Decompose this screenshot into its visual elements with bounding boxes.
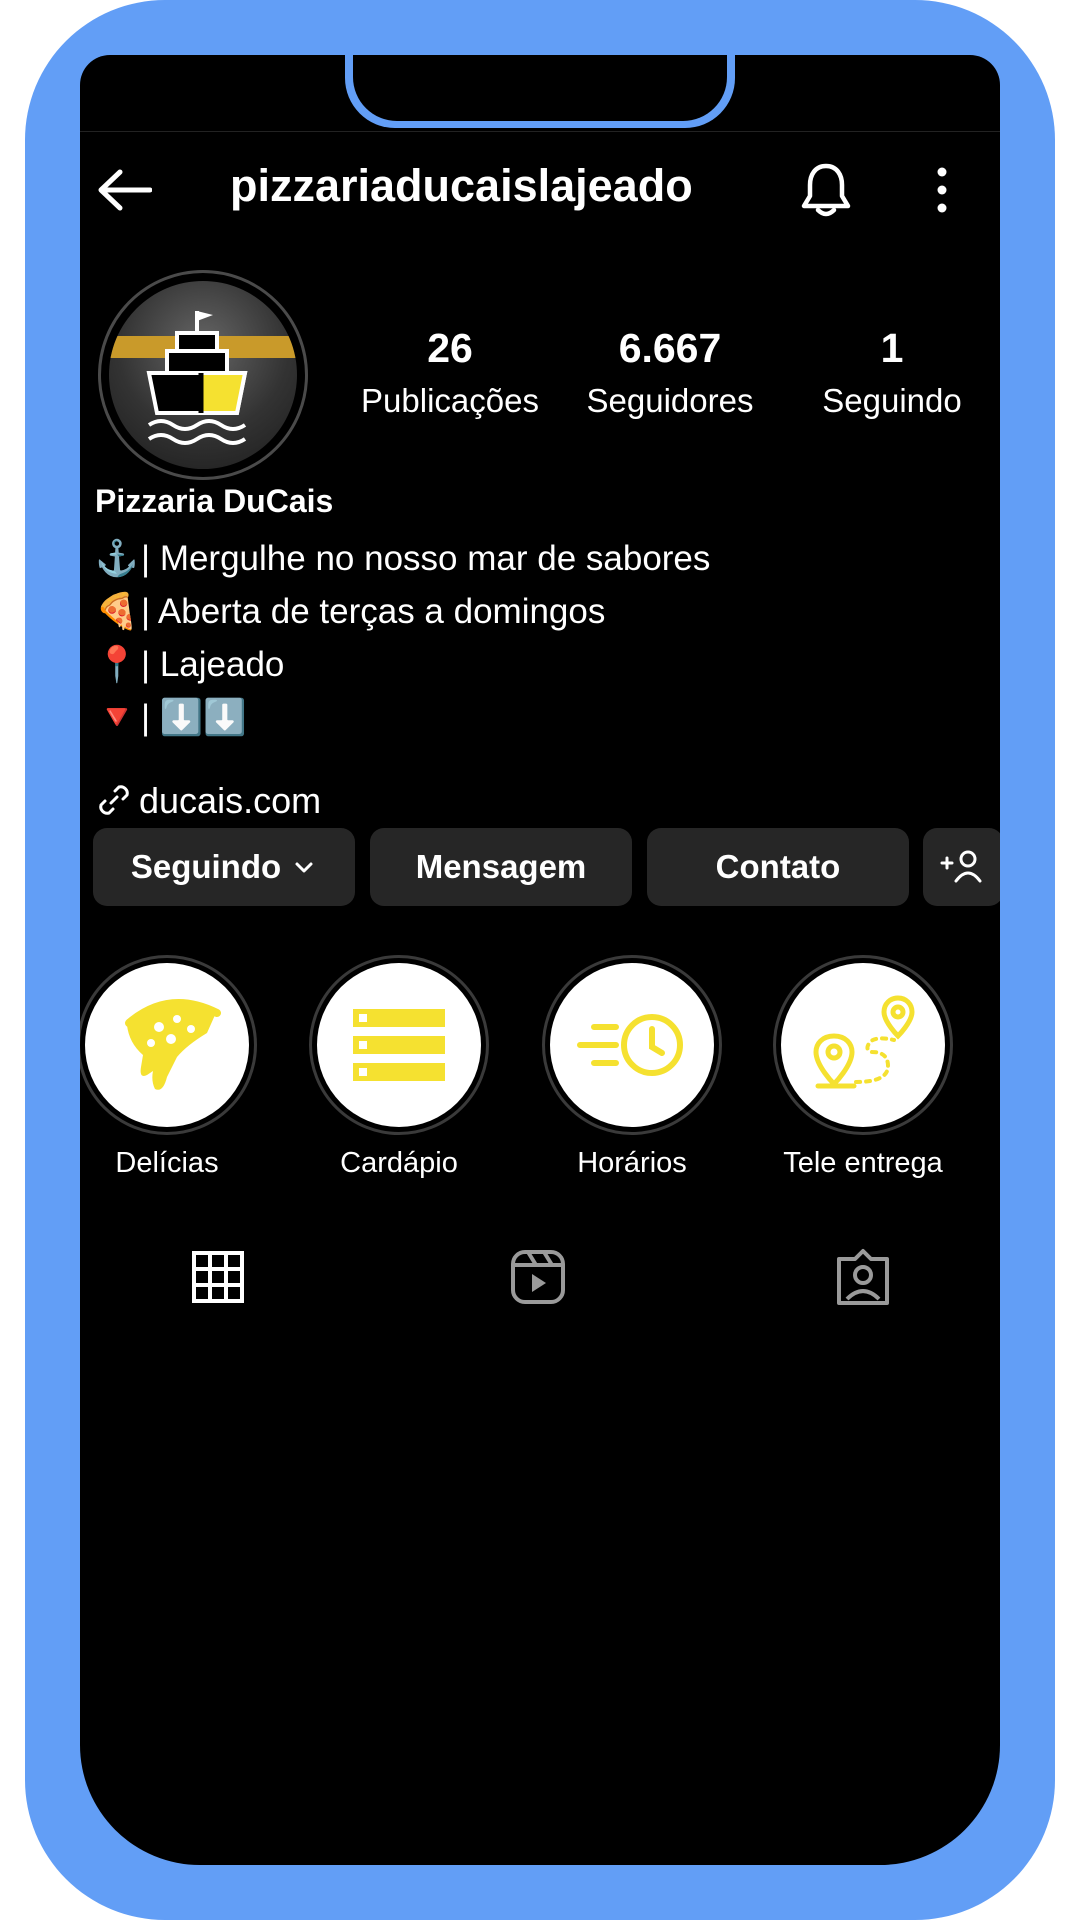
highlight-label: Delícias [115,1147,219,1179]
bio-line: 🔻| ⬇️⬇️ [95,697,247,738]
bio-line: ⚓| Mergulhe no nosso mar de sabores [95,538,710,579]
menu-list-icon [353,1009,445,1081]
profile-header: pizzariaducaislajeado [80,150,1000,230]
status-divider [80,131,1000,132]
message-button[interactable]: Mensagem [370,828,632,906]
stat-following-value: 1 [880,325,904,371]
reels-icon[interactable] [508,1247,568,1307]
highlight-tele-entrega[interactable]: Tele entrega [773,955,953,1180]
anchor-icon: ⚓ [95,539,139,578]
delivery-route-icon [813,995,915,1089]
link-icon [99,785,129,815]
ship-logo-icon [146,311,248,445]
profile-avatar[interactable] [98,270,308,480]
profile-link[interactable]: ducais.com [95,780,321,822]
tagged-icon[interactable] [833,1247,893,1307]
stat-followers-label: Seguidores [586,382,754,419]
bell-icon[interactable] [798,160,854,220]
add-user-button[interactable] [923,828,1000,906]
red-triangle-icon: 🔻 [95,698,139,737]
profile-name: Pizzaria DuCais [95,483,334,519]
stat-posts[interactable]: 26 Publicações [350,325,550,420]
message-button-label: Mensagem [415,848,587,885]
stat-posts-label: Publicações [361,382,539,419]
profile-username: pizzariaducaislajeado [230,160,693,211]
contact-button-label: Contato [715,848,841,885]
phone-notch [345,55,735,128]
stat-followers[interactable]: 6.667 Seguidores [575,325,765,420]
phone-screen: pizzariaducaislajeado 26 Publicações 6.6… [80,55,1000,1865]
following-button-label: Seguindo [130,848,282,885]
highlight-cardapio[interactable]: Cardápio [309,955,489,1180]
contact-button[interactable]: Contato [647,828,909,906]
pizza-icon: 🍕 [95,592,139,631]
highlight-label: Horários [577,1147,687,1179]
avatar-photo [109,281,297,469]
bio-line: 🍕| Aberta de terças a domingos [95,591,605,632]
bio-line: 📍| Lajeado [95,644,284,685]
highlight-label: Tele entrega [783,1147,943,1179]
stat-followers-value: 6.667 [618,325,722,371]
fast-clock-icon [577,1014,683,1076]
pin-icon: 📍 [95,645,139,684]
following-button[interactable]: Seguindo [93,828,355,906]
bio-text: | Lajeado [141,645,285,684]
grid-icon[interactable] [188,1247,248,1307]
chevron-down-icon [295,862,313,873]
stat-posts-value: 26 [427,325,473,371]
stat-following-label: Seguindo [822,382,962,419]
back-arrow-icon[interactable] [96,168,152,212]
pizza-slice-icon [125,999,221,1090]
highlight-horarios[interactable]: Horários [542,955,722,1180]
more-options-icon[interactable] [930,162,954,218]
profile-link-text: ducais.com [139,780,322,821]
highlight-label: Cardápio [340,1147,458,1179]
bio-text: | Aberta de terças a domingos [141,592,606,631]
highlight-delicias[interactable]: Delícias [80,955,257,1180]
stat-following[interactable]: 1 Seguindo [792,325,992,420]
bio-text: | Mergulhe no nosso mar de sabores [141,539,711,578]
bio-text: | ⬇️⬇️ [141,698,247,737]
add-person-icon [940,850,982,883]
